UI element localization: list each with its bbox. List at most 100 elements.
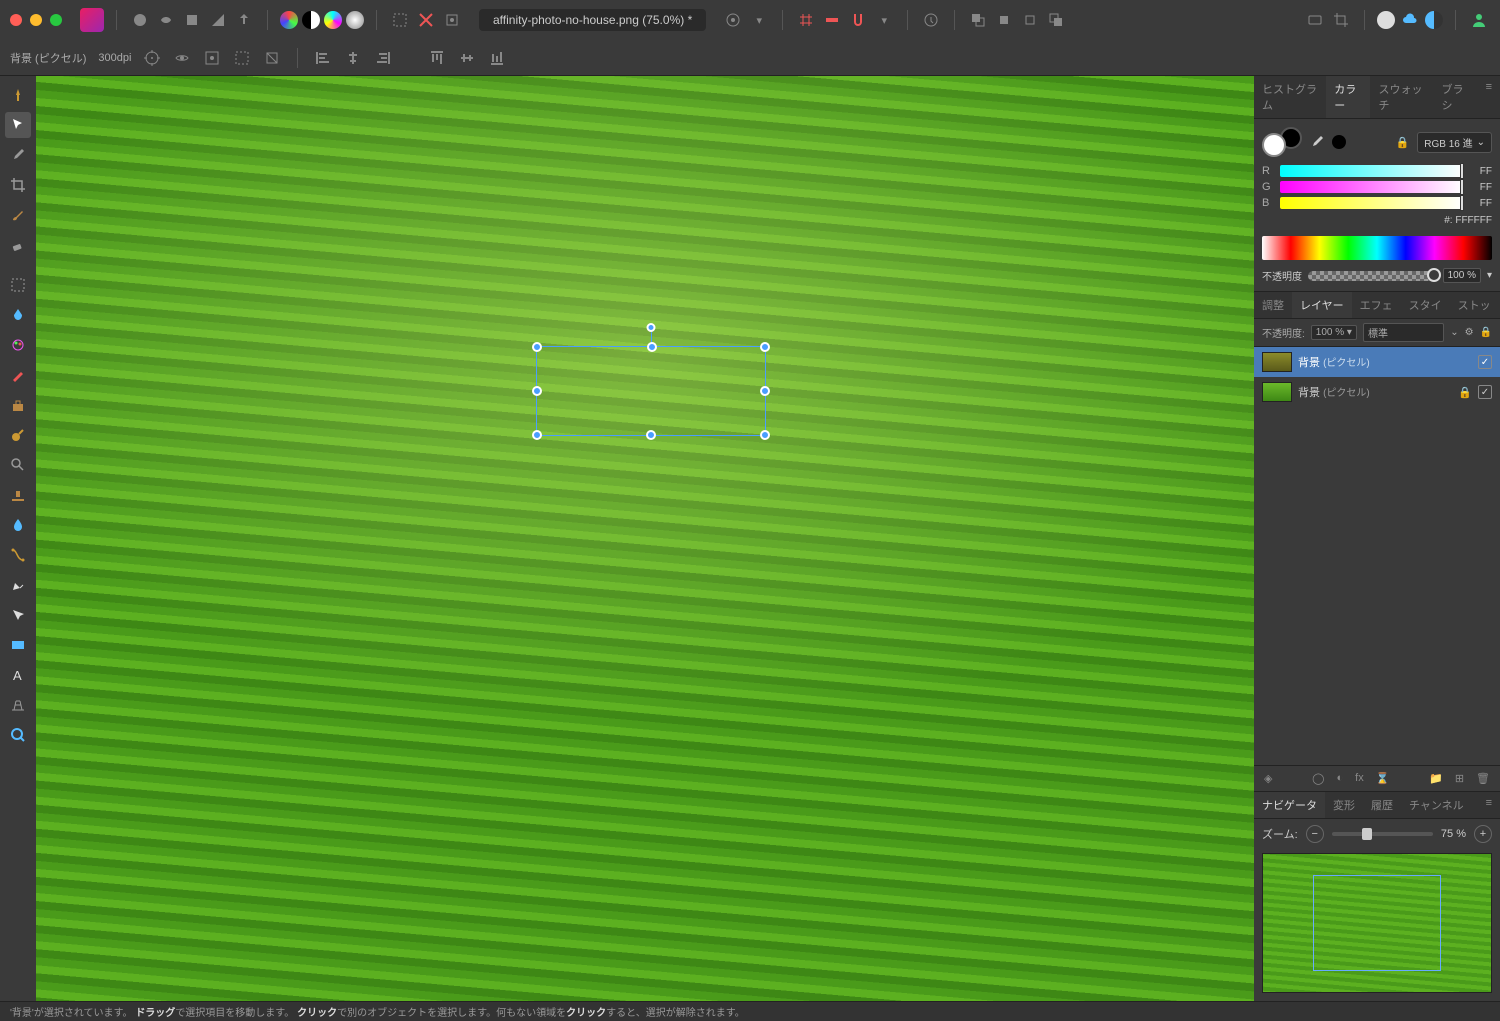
lock-icon[interactable]: 🔒	[1396, 136, 1410, 149]
document-title[interactable]: affinity-photo-no-house.png (75.0%) *	[479, 9, 706, 31]
arrange-forward-icon[interactable]	[1019, 9, 1041, 31]
close-window[interactable]	[10, 14, 22, 26]
align-top-icon[interactable]	[428, 49, 446, 67]
zoom-value[interactable]: 75 %	[1441, 828, 1466, 840]
handle-bc[interactable]	[646, 430, 656, 440]
account-icon[interactable]	[1468, 9, 1490, 31]
clone-tool[interactable]	[5, 392, 31, 418]
text-tool[interactable]: A	[5, 662, 31, 688]
navigator-preview[interactable]	[1262, 853, 1492, 993]
maximize-window[interactable]	[50, 14, 62, 26]
handle-br[interactable]	[760, 430, 770, 440]
primary-color-well[interactable]	[1262, 133, 1286, 157]
arrange-front-icon[interactable]	[1045, 9, 1067, 31]
layer-opacity-value[interactable]: 100 % ▾	[1311, 325, 1357, 340]
selection-icon[interactable]	[389, 9, 411, 31]
tab-history[interactable]: 履歴	[1363, 792, 1401, 818]
arrange-backward-icon[interactable]	[993, 9, 1015, 31]
handle-tr[interactable]	[760, 342, 770, 352]
assistant-icon[interactable]	[920, 9, 942, 31]
snap-options-icon[interactable]: ▾	[873, 9, 895, 31]
g-value[interactable]: FF	[1468, 182, 1492, 193]
rotation-handle[interactable]	[647, 323, 656, 332]
tab-transform[interactable]: 変形	[1325, 792, 1363, 818]
minimize-window[interactable]	[30, 14, 42, 26]
tab-color[interactable]: カラー	[1326, 76, 1370, 118]
pen-tool[interactable]	[5, 572, 31, 598]
flood-select-tool[interactable]	[5, 302, 31, 328]
tab-layers[interactable]: レイヤー	[1292, 292, 1352, 318]
dodge-tool[interactable]	[5, 422, 31, 448]
blend-ranges-icon[interactable]: ◈	[1262, 770, 1274, 787]
fx-icon[interactable]: fx	[1353, 770, 1366, 787]
canvas[interactable]	[36, 76, 1254, 1001]
align-center-h-icon[interactable]	[344, 49, 362, 67]
cycle-icon[interactable]	[233, 49, 251, 67]
quick-mask-icon[interactable]	[722, 9, 744, 31]
layer-visible-checkbox[interactable]: ✓	[1478, 355, 1492, 369]
color-wheel-icon[interactable]	[280, 11, 298, 29]
layer-item[interactable]: 背景 (ピクセル) ✓	[1254, 347, 1500, 377]
view-tool[interactable]	[5, 82, 31, 108]
stamp-tool[interactable]	[5, 482, 31, 508]
g-slider[interactable]	[1280, 181, 1462, 193]
blend-dropdown-icon[interactable]: ⌄	[1450, 327, 1458, 338]
handle-tl[interactable]	[532, 342, 542, 352]
lock-layer-icon[interactable]: 🔒	[1480, 327, 1492, 338]
mesh-warp-tool[interactable]	[5, 542, 31, 568]
target-icon[interactable]	[143, 49, 161, 67]
color-picker-tool[interactable]	[5, 142, 31, 168]
stock-icon[interactable]	[1304, 9, 1326, 31]
arrange-back-icon[interactable]	[967, 9, 989, 31]
erase-brush-tool[interactable]	[5, 232, 31, 258]
zoom-slider[interactable]	[1332, 832, 1433, 836]
zoom-in-button[interactable]: +	[1474, 825, 1492, 843]
color-wells[interactable]	[1262, 127, 1302, 157]
paint-mixer-tool[interactable]	[5, 332, 31, 358]
crop-tool[interactable]	[5, 172, 31, 198]
mask-icon[interactable]: ◯	[1310, 770, 1326, 787]
layer-visible-checkbox[interactable]: ✓	[1478, 385, 1492, 399]
rectangle-tool[interactable]	[5, 632, 31, 658]
blend-mode-select[interactable]: 標準	[1363, 323, 1444, 342]
color-spectrum[interactable]	[1262, 236, 1492, 260]
zoom-tool[interactable]	[5, 452, 31, 478]
light-ui-icon[interactable]	[1377, 11, 1395, 29]
opacity-dropdown-icon[interactable]: ▾	[1487, 270, 1492, 281]
contrast-icon[interactable]	[302, 11, 320, 29]
layer-item[interactable]: 背景 (ピクセル) 🔒 ✓	[1254, 377, 1500, 407]
hsl-icon[interactable]	[324, 11, 342, 29]
opacity-slider[interactable]	[1308, 271, 1437, 281]
align-right-icon[interactable]	[374, 49, 392, 67]
group-icon[interactable]: 📁	[1427, 770, 1445, 787]
tab-stock[interactable]: ストッ	[1450, 292, 1499, 318]
handle-ml[interactable]	[532, 386, 542, 396]
tone-persona-icon[interactable]	[207, 9, 229, 31]
r-slider[interactable]	[1280, 165, 1462, 177]
snap-icon[interactable]	[847, 9, 869, 31]
b-slider[interactable]	[1280, 197, 1462, 209]
half-icon[interactable]	[1425, 11, 1443, 29]
tab-navigator[interactable]: ナビゲータ	[1254, 792, 1325, 818]
guides-icon[interactable]	[821, 9, 843, 31]
tab-adjustments[interactable]: 調整	[1254, 292, 1292, 318]
handle-mr[interactable]	[760, 386, 770, 396]
align-bottom-icon[interactable]	[488, 49, 506, 67]
node-tool[interactable]	[5, 602, 31, 628]
grid-icon[interactable]	[795, 9, 817, 31]
selection-bounding-box[interactable]	[536, 346, 766, 436]
dropdown-icon[interactable]: ▾	[748, 9, 770, 31]
tab-histogram[interactable]: ヒストグラム	[1254, 76, 1326, 118]
inpainting-tool[interactable]	[5, 362, 31, 388]
tab-brushes[interactable]: ブラシ	[1434, 76, 1478, 118]
perspective-tool[interactable]	[5, 692, 31, 718]
adjustment-icon[interactable]: ◐	[1334, 770, 1345, 787]
photo-persona-icon[interactable]	[129, 9, 151, 31]
zoom-out-button[interactable]: −	[1306, 825, 1324, 843]
tab-effects[interactable]: エフェ	[1352, 292, 1401, 318]
deselect-icon[interactable]	[415, 9, 437, 31]
levels-icon[interactable]	[346, 11, 364, 29]
handle-bl[interactable]	[532, 430, 542, 440]
panel-menu-icon[interactable]: ≡	[1478, 76, 1500, 118]
handle-tc[interactable]	[647, 342, 657, 352]
